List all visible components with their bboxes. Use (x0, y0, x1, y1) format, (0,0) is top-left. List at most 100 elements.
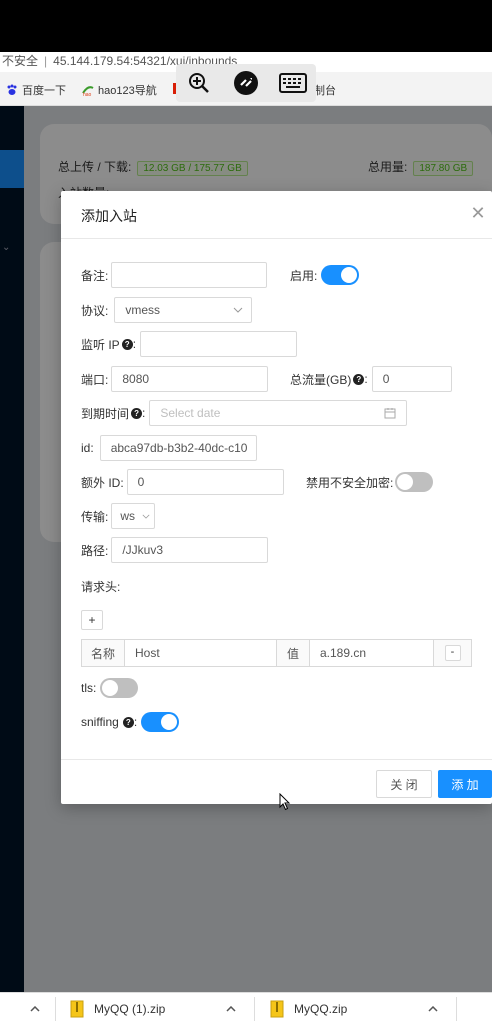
id-input[interactable]: abca97db-b3b2-40dc-c10 (99, 435, 257, 461)
listen-ip-label: 监听 IP (81, 337, 120, 352)
path-label: 路径: (81, 543, 109, 558)
total-traffic-label: 总流量(GB) (290, 372, 352, 387)
tls-switch[interactable] (100, 678, 139, 698)
port-row: 端口: 8080 (81, 366, 269, 392)
add-inbound-modal: 添加入站 ✕ 备注: 启用: 协议: vmess 监听 IP ?: 端口: 80… (61, 191, 492, 804)
request-header-label: 请求头: (81, 580, 121, 594)
zip-file-icon (270, 1000, 284, 1018)
add-header-row: + (81, 610, 103, 630)
download-item-menu[interactable] (226, 993, 236, 1024)
enable-row: 启用: (290, 265, 360, 285)
listen-ip-row: 监听 IP ?: (81, 331, 298, 357)
close-button[interactable]: 关 闭 (376, 770, 432, 798)
chevron-down-icon (142, 514, 150, 519)
svg-text:hao: hao (83, 92, 92, 96)
download-file-name: MyQQ.zip (294, 1002, 348, 1016)
transport-value: ws (120, 509, 136, 523)
protocol-label: 协议: (81, 303, 109, 318)
path-row: 路径: /JJkuv3 (81, 537, 269, 563)
baidu-paw-icon (7, 84, 17, 95)
tls-row: tls: (81, 678, 139, 698)
header-name-label: 名称 (81, 639, 125, 667)
help-icon[interactable]: ? (131, 407, 143, 419)
remark-label: 备注: (81, 268, 109, 283)
remote-connection-button[interactable] (231, 68, 261, 98)
protocol-row: 协议: vmess (81, 297, 253, 323)
chevron-down-icon (233, 307, 243, 313)
url-separator: | (44, 54, 48, 68)
add-header-button[interactable]: + (81, 610, 103, 630)
colon: : (133, 715, 138, 729)
remark-row: 备注: (81, 262, 268, 288)
download-file-name: MyQQ (1).zip (94, 1002, 166, 1016)
tls-label: tls: (81, 681, 97, 695)
alter-id-row: 额外 ID: 0 (81, 469, 284, 495)
bookmark-console[interactable]: 制台 (314, 82, 336, 98)
chevron-up-icon (428, 1006, 438, 1012)
header-value-label: 值 (277, 639, 310, 667)
bookmark-label: 百度一下 (22, 85, 66, 97)
header-value-input[interactable]: a.189.cn (310, 639, 434, 667)
download-item[interactable]: MyQQ.zip (270, 993, 347, 1024)
help-icon[interactable]: ? (122, 716, 134, 728)
colon: : (142, 406, 146, 420)
transport-row: 传输: ws (81, 503, 156, 529)
divider (55, 997, 56, 1021)
remote-connection-icon (233, 71, 258, 95)
port-input[interactable]: 8080 (111, 366, 269, 392)
bookmark-label: 制台 (314, 85, 336, 97)
bookmark-baidu[interactable]: 百度一下 (6, 82, 66, 98)
screen-top-bar (0, 0, 492, 60)
help-icon[interactable]: ? (353, 373, 365, 385)
close-icon[interactable]: ✕ (468, 203, 488, 223)
enable-label: 启用: (290, 268, 318, 283)
enable-switch[interactable] (321, 265, 360, 285)
remove-header-button[interactable]: - (444, 645, 461, 661)
total-traffic-input[interactable]: 0 (371, 366, 452, 392)
divider (254, 997, 255, 1021)
disable-insecure-label: 禁用不安全加密: (306, 475, 394, 490)
id-label: id: (81, 441, 94, 455)
add-button[interactable]: 添 加 (438, 770, 492, 798)
protocol-value: vmess (125, 303, 161, 317)
total-traffic-row: 总流量(GB) ?: 0 (290, 366, 452, 392)
download-expand-icon[interactable] (30, 993, 40, 1024)
path-input[interactable]: /JJkuv3 (111, 537, 269, 563)
zoom-in-icon (189, 73, 210, 93)
colon: : (132, 337, 137, 351)
alter-id-input[interactable]: 0 (126, 469, 284, 495)
hao123-icon: hao (82, 86, 94, 96)
chevron-up-icon (226, 1006, 236, 1012)
remark-input[interactable] (111, 262, 268, 288)
keyboard-icon (278, 73, 307, 93)
keyboard-button[interactable] (278, 68, 308, 98)
header-name-input[interactable]: Host (125, 639, 277, 667)
mouse-cursor-icon (279, 793, 291, 811)
protocol-select[interactable]: vmess (114, 297, 253, 323)
colon: : (364, 372, 368, 386)
port-label: 端口: (81, 372, 109, 387)
header-remove-addon: - (434, 639, 472, 667)
switch-knob (397, 474, 414, 490)
sniffing-switch[interactable] (141, 712, 180, 732)
help-icon[interactable]: ? (121, 338, 133, 350)
bookmark-hao123[interactable]: hao hao123导航 (82, 82, 157, 98)
disable-insecure-row: 禁用不安全加密: (306, 472, 434, 492)
disable-insecure-switch[interactable] (395, 472, 434, 492)
downloads-bar: MyQQ (1).zip MyQQ.zip (0, 992, 492, 1024)
divider (456, 997, 457, 1021)
switch-knob (102, 680, 119, 696)
download-item-menu[interactable] (428, 993, 438, 1024)
bookmark-label: hao123导航 (98, 85, 157, 97)
security-indicator[interactable]: 不安全 (2, 54, 38, 68)
switch-knob (341, 267, 358, 283)
id-row: id: abca97db-b3b2-40dc-c10 (81, 435, 257, 461)
expiry-date-picker[interactable]: Select date (149, 400, 408, 426)
zoom-in-button[interactable] (184, 68, 214, 98)
download-item[interactable]: MyQQ (1).zip (70, 993, 165, 1024)
transport-select[interactable]: ws (111, 503, 156, 529)
expiry-placeholder: Select date (160, 406, 221, 420)
modal-header: 添加入站 ✕ (61, 191, 492, 239)
zip-file-icon (70, 1000, 84, 1018)
listen-ip-input[interactable] (140, 331, 298, 357)
